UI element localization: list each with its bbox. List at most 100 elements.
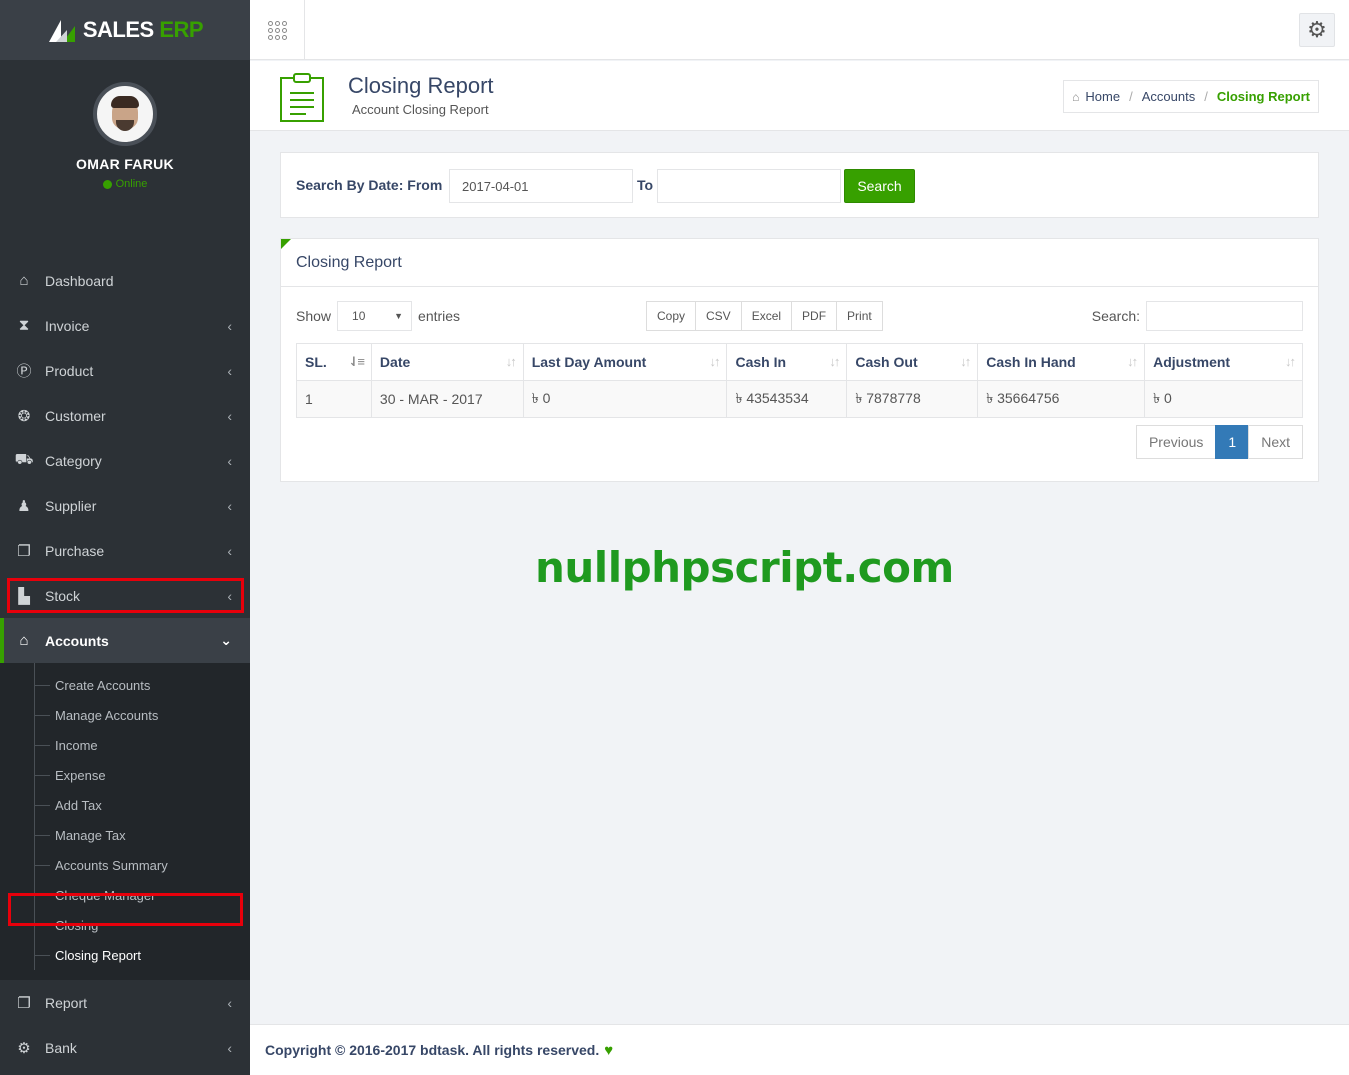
sidebar-item-purchase[interactable]: ❐ Purchase ‹ <box>0 528 250 573</box>
pagination: Previous 1 Next <box>1135 425 1303 459</box>
sidebar-item-product[interactable]: Ⓟ Product ‹ <box>0 348 250 393</box>
table-search-input[interactable] <box>1146 301 1303 331</box>
avatar[interactable] <box>93 82 157 146</box>
column-header-date[interactable]: Date ↓↑ <box>370 343 524 381</box>
table-cell: 30 - MAR - 2017 <box>370 380 524 418</box>
submenu-item-manage-accounts[interactable]: Manage Accounts <box>0 700 250 730</box>
chevron-left-icon: ‹ <box>227 497 232 514</box>
online-dot-icon <box>102 179 112 189</box>
main-menu-bottom: ❐ Report ‹ ⚙ Bank ‹ ⚙Software Settings‹ <box>0 980 250 1075</box>
sidebar-item-accounts[interactable]: ⌂ Accounts ⌄ <box>0 618 250 663</box>
previous-page-button[interactable]: Previous <box>1135 425 1217 459</box>
sidebar-item-label: Product <box>45 362 94 379</box>
breadcrumb-accounts-link[interactable]: Accounts <box>1142 89 1195 104</box>
sidebar-item-customer[interactable]: ❂ Customer ‹ <box>0 393 250 438</box>
copyright-text: Copyright © 2016-2017 bdtask. All rights… <box>265 1042 600 1058</box>
column-header-label: Cash In <box>735 354 787 370</box>
submenu-item-expense[interactable]: Expense <box>0 760 250 790</box>
product-icon: Ⓟ <box>16 363 32 380</box>
sidebar-item-supplier[interactable]: ♟ Supplier ‹ <box>0 483 250 528</box>
copy-export-button[interactable]: Copy <box>646 301 697 331</box>
chevron-left-icon: ‹ <box>227 1039 232 1056</box>
column-header-label: SL. <box>305 354 327 370</box>
column-header-cash-out[interactable]: Cash Out ↓↑ <box>846 343 979 381</box>
sort-icon: ↓↑ <box>1285 354 1296 369</box>
brand-name-green: ERP <box>159 17 204 42</box>
date-from-input[interactable] <box>449 169 633 203</box>
page-1-button[interactable]: 1 <box>1215 425 1250 459</box>
date-to-input[interactable] <box>657 169 841 203</box>
user-status: Online <box>0 178 250 190</box>
csv-export-button[interactable]: CSV <box>695 301 742 331</box>
column-header-label: Cash Out <box>855 354 918 370</box>
column-header-last-day-amount[interactable]: Last Day Amount ↓↑ <box>522 343 728 381</box>
submenu-item-create-accounts[interactable]: Create Accounts <box>0 670 250 700</box>
entries-select[interactable]: 10 ▼ <box>337 301 413 331</box>
caret-down-icon: ▼ <box>394 311 404 321</box>
home-icon: ⌂ <box>19 272 29 289</box>
sidebar-item-label: Bank <box>45 1039 77 1056</box>
chevron-left-icon: ‹ <box>227 452 232 469</box>
footer: Copyright © 2016-2017 bdtask. All rights… <box>250 1024 1349 1075</box>
submenu-item-closing-report[interactable]: Closing Report <box>0 940 250 970</box>
sort-icon: ↓↑ <box>1127 354 1138 369</box>
submenu-item-closing[interactable]: Closing <box>0 910 250 940</box>
page-header: Closing Report Account Closing Report ⌂ … <box>250 61 1349 131</box>
chevron-down-icon: ⌄ <box>220 632 232 648</box>
watermark-text: nullphpscript.com <box>535 543 954 592</box>
page-subtitle: Account Closing Report <box>352 102 489 117</box>
submenu-item-income[interactable]: Income <box>0 730 250 760</box>
submenu-item-add-tax[interactable]: Add Tax <box>0 790 250 820</box>
sidebar-item-label: Dashboard <box>45 272 114 289</box>
show-label: Show <box>296 308 332 324</box>
handshake-icon: ❂ <box>17 407 31 425</box>
sort-icon: ↓↑ <box>829 354 840 369</box>
chevron-left-icon: ‹ <box>227 362 232 379</box>
sidebar-item-stock[interactable]: ▙ Stock ‹ <box>0 573 250 618</box>
sidebar-item-bank[interactable]: ⚙ Bank ‹ <box>0 1025 250 1070</box>
column-header-adjustment[interactable]: Adjustment ↓↑ <box>1144 343 1303 381</box>
accounts-submenu: Create Accounts Manage Accounts Income Expe… <box>0 663 250 980</box>
search-button[interactable]: Search <box>844 169 915 203</box>
filter-label: Search: <box>1091 308 1140 324</box>
submenu-item-cheque-manager[interactable]: Cheque Manager <box>0 880 250 910</box>
settings-button[interactable]: ⚙ <box>1299 13 1335 47</box>
brand-logo[interactable]: SALES ERP <box>0 0 250 60</box>
excel-export-button[interactable]: Excel <box>740 301 793 331</box>
sidebar-toggle-button[interactable] <box>250 0 305 60</box>
next-page-button[interactable]: Next <box>1248 425 1303 459</box>
export-buttons: Copy CSV Excel PDF Print <box>646 301 883 331</box>
sidebar-item-report[interactable]: ❐ Report ‹ <box>0 980 250 1025</box>
entries-value: 10 <box>352 309 366 323</box>
breadcrumb: ⌂ Home / Accounts / Closing Report <box>1063 80 1319 113</box>
sidebar-item-label: Report <box>45 994 88 1011</box>
sidebar-item-invoice[interactable]: ⧗ Invoice ‹ <box>0 303 250 348</box>
sidebar-item-category[interactable]: ⛟ Category ‹ <box>0 438 250 483</box>
chevron-left-icon: ‹ <box>227 587 232 604</box>
breadcrumb-home-link[interactable]: Home <box>1085 89 1120 104</box>
sidebar-item-software-settings[interactable]: ⚙Software Settings‹ <box>0 1070 250 1075</box>
column-header-cash-in-hand[interactable]: Cash In Hand ↓↑ <box>977 343 1146 381</box>
pdf-export-button[interactable]: PDF <box>791 301 838 331</box>
print-export-button[interactable]: Print <box>836 301 883 331</box>
column-header-cash-in[interactable]: Cash In ↓↑ <box>726 343 848 381</box>
user-status-text: Online <box>115 178 148 190</box>
submenu-item-manage-tax[interactable]: Manage Tax <box>0 820 250 850</box>
table-body: 1 30 - MAR - 2017 ৳ 0 ৳ 43543534 ৳ 7878778 ৳ … <box>296 380 1303 418</box>
user-name: OMAR FARUK <box>76 156 174 172</box>
table-cell: ৳ 0 <box>522 380 728 418</box>
sort-asc-icon: ⇃≡ <box>348 354 365 369</box>
sidebar-item-dashboard[interactable]: ⌂ Dashboard <box>0 258 250 303</box>
sidebar-item-label: Invoice <box>45 317 90 334</box>
grid-dots-icon <box>267 20 287 40</box>
column-header-sl[interactable]: SL. ⇃≡ <box>296 343 372 381</box>
chevron-left-icon: ‹ <box>227 407 232 424</box>
column-header-label: Cash In Hand <box>986 354 1076 370</box>
breadcrumb-current: Closing Report <box>1216 89 1310 104</box>
closing-report-table: SL. ⇃≡ Date ↓↑ Last Day Amount ↓↑ Cash In ↓↑ Cas… <box>296 343 1303 418</box>
main-menu: ⌂ Dashboard ⧗ Invoice ‹ Ⓟ Product ‹ ❂ Customer ‹ ⛟ C… <box>0 258 250 663</box>
chevron-left-icon: ‹ <box>227 994 232 1011</box>
submenu-item-accounts-summary[interactable]: Accounts Summary <box>0 850 250 880</box>
topbar: ⚙ <box>250 0 1349 60</box>
sidebar-item-label: Accounts <box>45 632 109 649</box>
